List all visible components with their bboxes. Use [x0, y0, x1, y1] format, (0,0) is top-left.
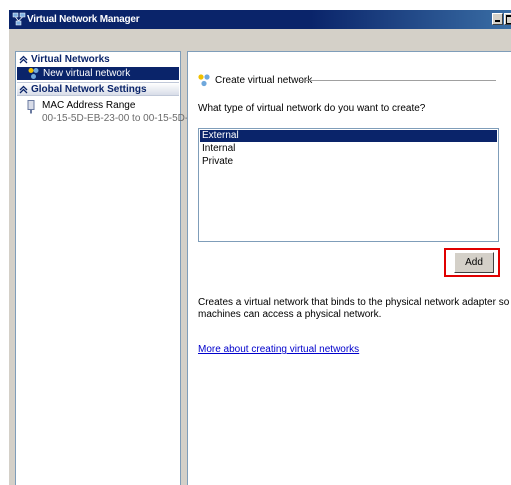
window-title: Virtual Network Manager: [27, 14, 140, 25]
network-icon: [12, 12, 26, 26]
network-type-question: What type of virtual network do you want…: [198, 103, 426, 114]
sidebar-item-new-virtual-network[interactable]: New virtual network: [17, 67, 179, 80]
sidebar-item-label: New virtual network: [43, 68, 131, 79]
section-divider: [300, 80, 496, 81]
network-description-line1: Creates a virtual network that binds to …: [198, 297, 511, 308]
mac-address-range-value: 00-15-5D-EB-23-00 to 00-15-5D-E...: [42, 113, 204, 124]
minimize-button[interactable]: [492, 13, 503, 25]
collapse-chevron-icon[interactable]: [19, 85, 28, 94]
network-type-list[interactable]: External Internal Private: [198, 128, 499, 242]
list-item-private[interactable]: Private: [200, 156, 497, 168]
collapse-chevron-icon[interactable]: [19, 55, 28, 64]
mac-address-range-label: MAC Address Range: [42, 100, 136, 111]
section-title: Create virtual network: [215, 75, 313, 86]
list-item-internal[interactable]: Internal: [200, 143, 497, 155]
list-item-external[interactable]: External: [200, 130, 497, 142]
create-network-pane: Create virtual network What type of virt…: [187, 51, 511, 485]
virtual-network-manager-window: Virtual Network Manager Virtual Networks…: [8, 9, 511, 485]
title-bar[interactable]: Virtual Network Manager: [9, 10, 511, 29]
virtual-networks-header[interactable]: Virtual Networks: [31, 54, 110, 65]
maximize-button[interactable]: [504, 13, 511, 25]
add-button[interactable]: Add: [454, 252, 494, 273]
more-about-virtual-networks-link[interactable]: More about creating virtual networks: [198, 344, 359, 355]
new-network-icon: [27, 67, 40, 83]
mac-address-icon: [26, 100, 36, 117]
left-navigation-pane: Virtual Networks New virtual network Glo…: [15, 51, 203, 485]
create-network-icon: [197, 73, 211, 90]
global-network-settings-header: Global Network Settings: [31, 84, 147, 95]
global-network-settings-section[interactable]: Global Network Settings: [17, 82, 179, 96]
network-description-line2: machines can access a physical network.: [198, 309, 382, 320]
